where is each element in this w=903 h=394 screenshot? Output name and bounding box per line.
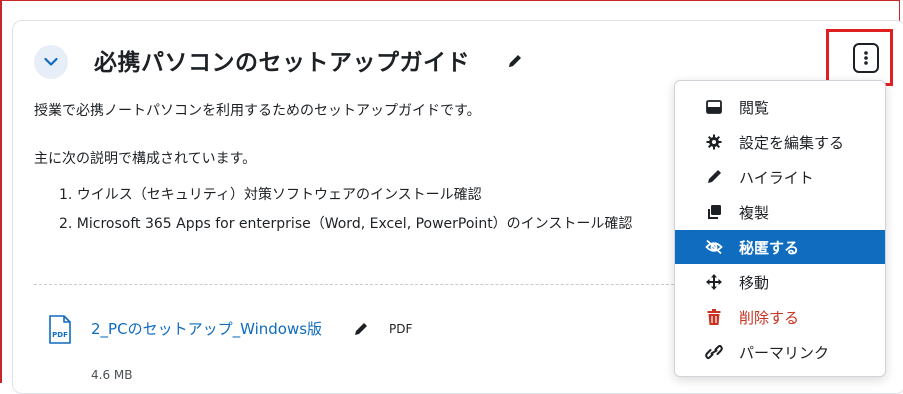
gear-icon xyxy=(703,131,725,153)
menu-item-label: ハイライト xyxy=(739,168,814,187)
section-title[interactable]: 必携パソコンのセットアップガイド xyxy=(94,43,470,77)
menu-item-label: 設定を編集する xyxy=(739,133,845,152)
menu-item-delete[interactable]: 削除する xyxy=(675,300,885,334)
menu-item-label: 削除する xyxy=(739,308,800,327)
eye-slash-icon xyxy=(703,236,725,258)
edit-activity-button[interactable] xyxy=(352,320,370,342)
menu-item-label: 複製 xyxy=(739,203,770,222)
menu-item-label: パーマリンク xyxy=(739,343,830,362)
pencil-icon xyxy=(355,323,367,335)
edit-title-button[interactable] xyxy=(506,52,524,74)
menu-item-view[interactable]: 閲覧 xyxy=(675,90,885,124)
divider xyxy=(34,284,684,285)
kebab-icon xyxy=(864,51,868,65)
move-icon xyxy=(703,271,725,293)
menu-item-label: 閲覧 xyxy=(739,98,770,117)
section-intro: 主に次の説明で構成されています。 xyxy=(34,151,257,167)
pdf-icon: PDF xyxy=(47,315,73,349)
section-collapse-button[interactable] xyxy=(34,45,68,79)
menu-item-move[interactable]: 移動 xyxy=(675,265,885,299)
list-item: 1. ウイルス（セキュリティ）対策ソフトウェアのインストール確認 xyxy=(59,187,482,203)
duplicate-icon xyxy=(703,201,725,223)
menu-item-hide[interactable]: 秘匿する xyxy=(675,230,885,264)
menu-item-label: 秘匿する xyxy=(739,238,800,257)
trash-icon xyxy=(703,306,725,328)
link-icon xyxy=(703,341,725,363)
menu-item-highlight[interactable]: ハイライト xyxy=(675,160,885,194)
chevron-down-icon xyxy=(44,57,58,66)
menu-item-duplicate[interactable]: 複製 xyxy=(675,195,885,229)
menu-item-edit-settings[interactable]: 設定を編集する xyxy=(675,125,885,159)
menu-item-permalink[interactable]: パーマリンク xyxy=(675,335,885,369)
menu-item-label: 移動 xyxy=(739,273,770,292)
pencil-icon xyxy=(509,55,521,67)
file-size: 4.6 MB xyxy=(91,368,133,382)
section-actions-menu: 閲覧 設定を編集する ハイライト 複製 秘匿する 移動 削除する パーマリンク xyxy=(674,80,886,377)
activity-type-badge: PDF xyxy=(389,322,413,336)
activity-link[interactable]: 2_PCのセットアップ_Windows版 xyxy=(91,318,322,339)
highlight-icon xyxy=(703,166,725,188)
svg-text:PDF: PDF xyxy=(52,331,68,339)
view-icon xyxy=(703,96,725,118)
section-actions-menu-button[interactable] xyxy=(853,43,879,73)
list-item: 2. Microsoft 365 Apps for enterprise（Wor… xyxy=(59,216,633,232)
section-description: 授業で必携ノートパソコンを利用するためのセットアップガイドです。 xyxy=(34,103,481,119)
